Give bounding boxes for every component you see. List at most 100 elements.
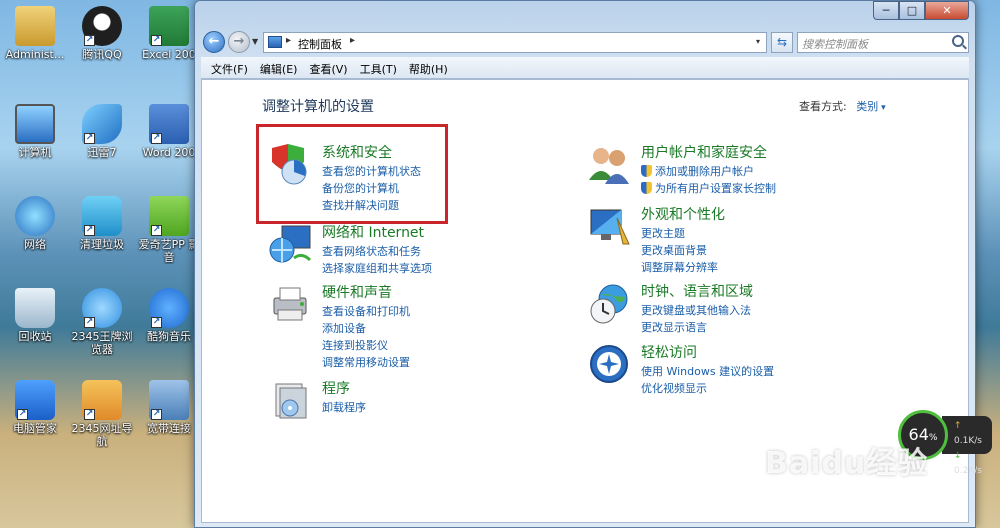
- desktop-icon-2345-navigation[interactable]: ↗ 2345网址导 航: [67, 380, 137, 448]
- link-recommended-settings[interactable]: 使用 Windows 建议的设置: [641, 363, 774, 380]
- category-title[interactable]: 系统和安全: [322, 142, 392, 162]
- breadcrumb-separator[interactable]: ▸: [350, 35, 355, 46]
- category-programs: 程序 卸载程序: [268, 378, 498, 428]
- thunder-icon: ↗: [82, 104, 122, 144]
- refresh-button[interactable]: ⇆: [771, 32, 793, 53]
- link-uninstall-program[interactable]: 卸载程序: [322, 399, 366, 416]
- category-ease-of-access: 轻松访问 使用 Windows 建议的设置 优化视频显示: [587, 342, 847, 397]
- pc-manager-icon: ↗: [15, 380, 55, 420]
- address-row: ← → ▼ ▸ 控制面板 ▸ ▾ ⇆ 搜索控制面板: [201, 29, 969, 55]
- excel-icon: ↗: [149, 6, 189, 46]
- category-title[interactable]: 时钟、语言和区域: [641, 281, 753, 301]
- back-button[interactable]: ←: [203, 31, 225, 53]
- link-homegroup[interactable]: 选择家庭组和共享选项: [322, 260, 432, 277]
- category-hardware-sound: 硬件和声音 查看设备和打印机 添加设备 连接到投影仪 调整常用移动设置: [268, 282, 498, 371]
- address-bar[interactable]: ▸ 控制面板 ▸ ▾: [263, 32, 767, 53]
- word-icon: ↗: [149, 104, 189, 144]
- link-display-language[interactable]: 更改显示语言: [641, 319, 751, 336]
- arrow-right-icon: →: [233, 34, 245, 49]
- menu-view[interactable]: 查看(V): [303, 57, 353, 78]
- recycle-bin-icon: [15, 288, 55, 328]
- uac-shield-icon: [641, 165, 652, 177]
- ease-access-icon: [590, 345, 628, 383]
- window-controls: ─ □ ✕: [873, 1, 969, 20]
- upload-rate: 0.1K/s: [954, 436, 982, 446]
- desktop-icon-thunder[interactable]: ↗ 迅雷7: [67, 104, 137, 160]
- appearance-icon: [590, 209, 630, 245]
- link-add-remove-accounts[interactable]: 添加或删除用户帐户: [655, 165, 754, 178]
- download-rate: 0.2K/s: [954, 466, 982, 476]
- desktop-icon-2345-browser[interactable]: ↗ 2345王牌浏 览器: [67, 288, 137, 356]
- navigation-icon: ↗: [82, 380, 122, 420]
- desktop-icon-network[interactable]: 网络: [0, 196, 70, 252]
- link-devices-printers[interactable]: 查看设备和打印机: [322, 303, 410, 320]
- breadcrumb-control-panel[interactable]: 控制面板: [298, 36, 342, 52]
- menu-tools[interactable]: 工具(T): [354, 57, 403, 78]
- upload-arrow-icon: ↑: [954, 421, 962, 431]
- download-arrow-icon: ↓: [954, 451, 962, 461]
- computer-icon: [15, 104, 55, 144]
- control-panel-icon: [268, 36, 282, 48]
- view-by-dropdown[interactable]: 类别: [856, 100, 885, 113]
- category-network-internet: 网络和 Internet 查看网络状态和任务 选择家庭组和共享选项: [268, 222, 498, 275]
- minimize-button[interactable]: ─: [873, 1, 899, 20]
- printer-icon: [273, 287, 307, 321]
- link-troubleshoot[interactable]: 查找并解决问题: [322, 197, 421, 214]
- browser-e-icon: ↗: [82, 288, 122, 328]
- users-icon: [589, 148, 629, 184]
- broadband-icon: ↗: [149, 380, 189, 420]
- link-change-input-method[interactable]: 更改键盘或其他输入法: [641, 302, 751, 319]
- baidu-watermark: Baidu经验: [765, 446, 929, 481]
- link-change-theme[interactable]: 更改主题: [641, 225, 718, 242]
- menu-help[interactable]: 帮助(H): [403, 57, 454, 78]
- link-network-status[interactable]: 查看网络状态和任务: [322, 243, 432, 260]
- desktop-icon-qq[interactable]: ↗ 腾讯QQ: [67, 6, 137, 62]
- category-title[interactable]: 轻松访问: [641, 342, 697, 362]
- desktop-icon-administrator[interactable]: Administ...: [0, 6, 70, 62]
- menu-file[interactable]: 文件(F): [205, 57, 254, 78]
- uac-shield-icon: [641, 182, 652, 194]
- desktop-icon-computer[interactable]: 计算机: [0, 104, 70, 160]
- category-user-accounts: 用户帐户和家庭安全 添加或删除用户帐户 为所有用户设置家长控制: [587, 142, 847, 195]
- desktop-icon-recycle-bin[interactable]: 回收站: [0, 288, 70, 344]
- network-icon: [15, 196, 55, 236]
- view-by: 查看方式: 类别: [799, 98, 886, 114]
- link-desktop-background[interactable]: 更改桌面背景: [641, 242, 718, 259]
- programs-icon: [275, 383, 307, 419]
- desktop-icon-cleanup[interactable]: ↗ 清理垃圾: [67, 196, 137, 252]
- category-appearance: 外观和个性化 更改主题 更改桌面背景 调整屏幕分辨率: [587, 204, 847, 274]
- page-title: 调整计算机的设置: [262, 99, 374, 115]
- menu-edit[interactable]: 编辑(E): [254, 57, 304, 78]
- forward-button[interactable]: →: [228, 31, 250, 53]
- menu-bar: 文件(F) 编辑(E) 查看(V) 工具(T) 帮助(H): [201, 57, 969, 79]
- category-title[interactable]: 网络和 Internet: [322, 222, 424, 242]
- arrow-left-icon: ←: [208, 34, 220, 49]
- category-title[interactable]: 程序: [322, 378, 350, 398]
- category-system-security: 系统和安全 查看您的计算机状态 备份您的计算机 查找并解决问题: [268, 142, 498, 212]
- cleanup-shield-icon: ↗: [82, 196, 122, 236]
- link-optimize-display[interactable]: 优化视频显示: [641, 380, 774, 397]
- address-dropdown[interactable]: ▾: [756, 37, 760, 46]
- refresh-icon: ⇆: [776, 35, 788, 49]
- desktop-icon-pc-manager[interactable]: ↗ 电脑管家: [0, 380, 70, 436]
- link-connect-projector[interactable]: 连接到投影仪: [322, 337, 410, 354]
- search-input[interactable]: 搜索控制面板: [797, 32, 969, 53]
- link-add-device[interactable]: 添加设备: [322, 320, 410, 337]
- link-backup-computer[interactable]: 备份您的计算机: [322, 180, 421, 197]
- close-button[interactable]: ✕: [925, 1, 969, 20]
- link-mobility-settings[interactable]: 调整常用移动设置: [322, 354, 410, 371]
- link-check-computer-status[interactable]: 查看您的计算机状态: [322, 163, 421, 180]
- clock-globe-icon: [590, 284, 628, 324]
- category-title[interactable]: 硬件和声音: [322, 282, 392, 302]
- link-parental-controls[interactable]: 为所有用户设置家长控制: [655, 182, 776, 195]
- recent-pages-dropdown[interactable]: ▼: [252, 37, 258, 46]
- breadcrumb-separator[interactable]: ▸: [286, 35, 291, 46]
- user-folder-icon: [15, 6, 55, 46]
- category-title[interactable]: 用户帐户和家庭安全: [641, 142, 767, 162]
- link-screen-resolution[interactable]: 调整屏幕分辨率: [641, 259, 718, 276]
- baidu-watermark-url: jingyan.baidu.com: [770, 486, 917, 502]
- search-icon[interactable]: [952, 35, 964, 47]
- security-shield-icon: [272, 144, 307, 185]
- category-title[interactable]: 外观和个性化: [641, 204, 725, 224]
- maximize-button[interactable]: □: [899, 1, 925, 20]
